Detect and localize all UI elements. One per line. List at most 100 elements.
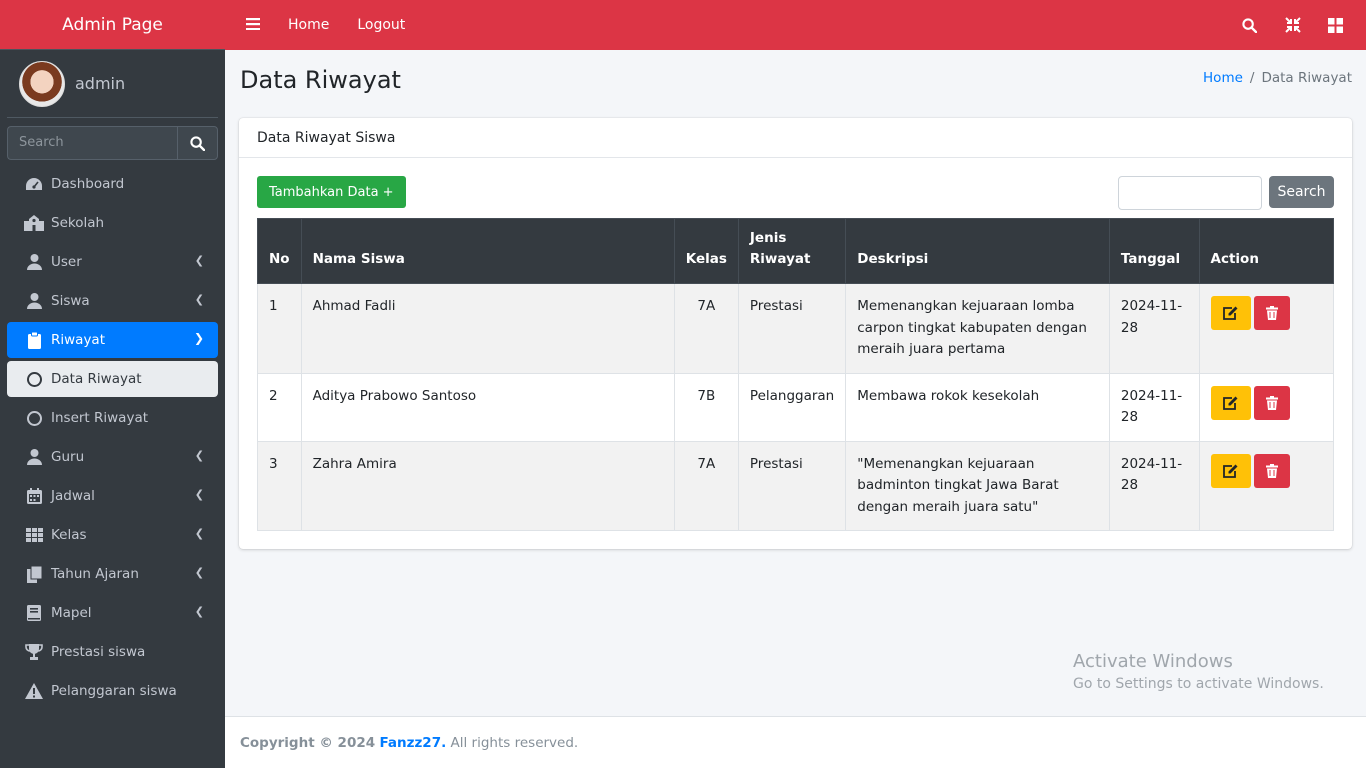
col-jenis-riwayat: Jenis Riwayat: [737, 218, 847, 284]
col-jenis-line1: Jenis: [749, 230, 787, 246]
sidebar-item-prestasi-siswa[interactable]: Prestasi siswa: [7, 634, 218, 670]
user-icon: [24, 448, 44, 466]
sidebar-item-tahun-ajaran[interactable]: Tahun Ajaran ❮: [7, 556, 218, 592]
sidebar-item-user[interactable]: User ❮: [7, 244, 218, 280]
cell-nama: Aditya Prabowo Santoso: [300, 372, 675, 442]
sidebar-nav: Dashboard Sekolah User ❮ Siswa ❮ Riwayat…: [7, 166, 218, 712]
delete-button[interactable]: [1253, 453, 1290, 488]
trash-icon: [1265, 306, 1278, 320]
sidebar-item-label: Dashboard: [51, 176, 125, 192]
edit-icon: [1223, 396, 1238, 410]
fullscreen-icon[interactable]: [1284, 17, 1301, 34]
footer-brand-link[interactable]: Fanzz27.: [379, 735, 446, 751]
brand-title[interactable]: Admin Page: [0, 0, 225, 50]
sidebar-item-guru[interactable]: Guru ❮: [7, 439, 218, 475]
cell-jenis: Prestasi: [737, 440, 847, 531]
footer-copyright: Copyright © 2024: [240, 734, 376, 751]
book-icon: [24, 604, 44, 622]
circle-icon: [24, 370, 44, 388]
table-search-button[interactable]: Search: [1269, 176, 1334, 208]
user-name[interactable]: admin: [75, 74, 125, 93]
clipboard-icon: [24, 331, 44, 349]
delete-button[interactable]: [1253, 296, 1290, 330]
chevron-left-icon: ❮: [194, 293, 204, 306]
copy-icon: [24, 565, 44, 583]
sidebar-item-label: Siswa: [51, 293, 90, 309]
chevron-left-icon: ❮: [194, 527, 204, 540]
cell-nama: Ahmad Fadli: [300, 283, 675, 374]
sidebar-search-input[interactable]: Search: [7, 126, 177, 160]
sidebar-item-data-riwayat[interactable]: Data Riwayat: [7, 361, 218, 397]
grid-icon: [24, 526, 44, 544]
sidebar-item-label: User: [51, 254, 82, 270]
sidebar-item-label: Data Riwayat: [51, 371, 142, 387]
sidebar-item-siswa[interactable]: Siswa ❮: [7, 283, 218, 319]
sidebar-item-mapel[interactable]: Mapel ❮: [7, 595, 218, 631]
edit-icon: [1223, 306, 1238, 320]
user-panel[interactable]: admin: [7, 50, 218, 118]
cell-no: 2: [257, 372, 302, 442]
control-sidebar-icon[interactable]: [1327, 17, 1344, 34]
footer: Copyright © 2024 Fanzz27. All rights res…: [225, 716, 1366, 768]
cell-deskripsi: Membawa rokok kesekolah: [845, 372, 1110, 442]
cell-no: 3: [257, 440, 302, 531]
edit-icon: [1223, 464, 1238, 478]
cell-action: [1198, 372, 1335, 442]
navbar-right-icons: [1241, 17, 1344, 34]
warning-icon: [24, 682, 44, 700]
cell-no: 1: [257, 283, 302, 374]
table-row: 3 Zahra Amira 7A Prestasi "Memenangkan k…: [257, 440, 1335, 531]
sidebar-item-riwayat[interactable]: Riwayat ❯: [7, 322, 218, 358]
sidebar-item-label: Riwayat: [51, 332, 105, 348]
breadcrumb: Home / Data Riwayat: [1203, 70, 1352, 86]
sidebar-item-label: Jadwal: [51, 488, 95, 504]
cell-deskripsi: Memenangkan kejuaraan lomba carpon tingk…: [845, 283, 1110, 374]
sidebar-item-insert-riwayat[interactable]: Insert Riwayat: [7, 400, 218, 436]
sidebar-item-kelas[interactable]: Kelas ❮: [7, 517, 218, 553]
nav-logout-link[interactable]: Logout: [357, 17, 405, 33]
activate-windows-watermark: Activate Windows Go to Settings to activ…: [1073, 651, 1324, 692]
school-icon: [24, 214, 44, 232]
cell-jenis: Pelanggaran: [737, 372, 847, 442]
page-title: Data Riwayat: [240, 66, 401, 94]
footer-rights: All rights reserved.: [450, 734, 579, 751]
search-icon[interactable]: [1241, 17, 1258, 34]
table-row: 1 Ahmad Fadli 7A Prestasi Memenangkan ke…: [257, 283, 1335, 374]
chevron-left-icon: ❮: [194, 605, 204, 618]
edit-button[interactable]: [1210, 385, 1251, 420]
col-jenis-line2: Riwayat: [749, 251, 811, 267]
sidebar-item-label: Pelanggaran siswa: [51, 683, 177, 699]
table-search-input[interactable]: [1118, 176, 1262, 210]
avatar[interactable]: [19, 60, 65, 107]
sidebar-search-button[interactable]: [177, 126, 218, 160]
chevron-left-icon: ❮: [194, 488, 204, 501]
sidebar-item-sekolah[interactable]: Sekolah: [7, 205, 218, 241]
sidebar-item-label: Prestasi siswa: [51, 644, 146, 660]
dashboard-icon: [24, 175, 44, 193]
riwayat-card: Data Riwayat Siswa Tambahkan Data + Sear…: [239, 118, 1352, 549]
cell-jenis: Prestasi: [737, 283, 847, 374]
delete-button[interactable]: [1253, 385, 1290, 420]
add-data-button[interactable]: Tambahkan Data +: [257, 176, 406, 208]
col-nama-siswa: Nama Siswa: [300, 218, 675, 284]
circle-icon: [24, 409, 44, 427]
menu-toggle-icon[interactable]: [246, 15, 266, 35]
user-icon: [24, 253, 44, 271]
nav-home-link[interactable]: Home: [288, 17, 329, 33]
watermark-subtitle: Go to Settings to activate Windows.: [1073, 676, 1324, 692]
breadcrumb-separator: /: [1249, 70, 1255, 86]
sidebar-item-label: Guru: [51, 449, 85, 465]
sidebar-item-jadwal[interactable]: Jadwal ❮: [7, 478, 218, 514]
trash-icon: [1265, 463, 1278, 478]
cell-kelas: 7A: [673, 283, 739, 374]
edit-button[interactable]: [1210, 453, 1251, 488]
sidebar-item-label: Insert Riwayat: [51, 410, 149, 426]
breadcrumb-current: Data Riwayat: [1261, 70, 1352, 86]
watermark-title: Activate Windows: [1073, 651, 1233, 672]
sidebar-item-pelanggaran-siswa[interactable]: Pelanggaran siswa: [7, 673, 218, 709]
edit-button[interactable]: [1210, 296, 1251, 330]
col-tanggal: Tanggal: [1108, 218, 1200, 284]
breadcrumb-home-link[interactable]: Home: [1203, 70, 1243, 86]
sidebar-item-dashboard[interactable]: Dashboard: [7, 166, 218, 202]
sidebar-item-label: Tahun Ajaran: [51, 566, 139, 582]
